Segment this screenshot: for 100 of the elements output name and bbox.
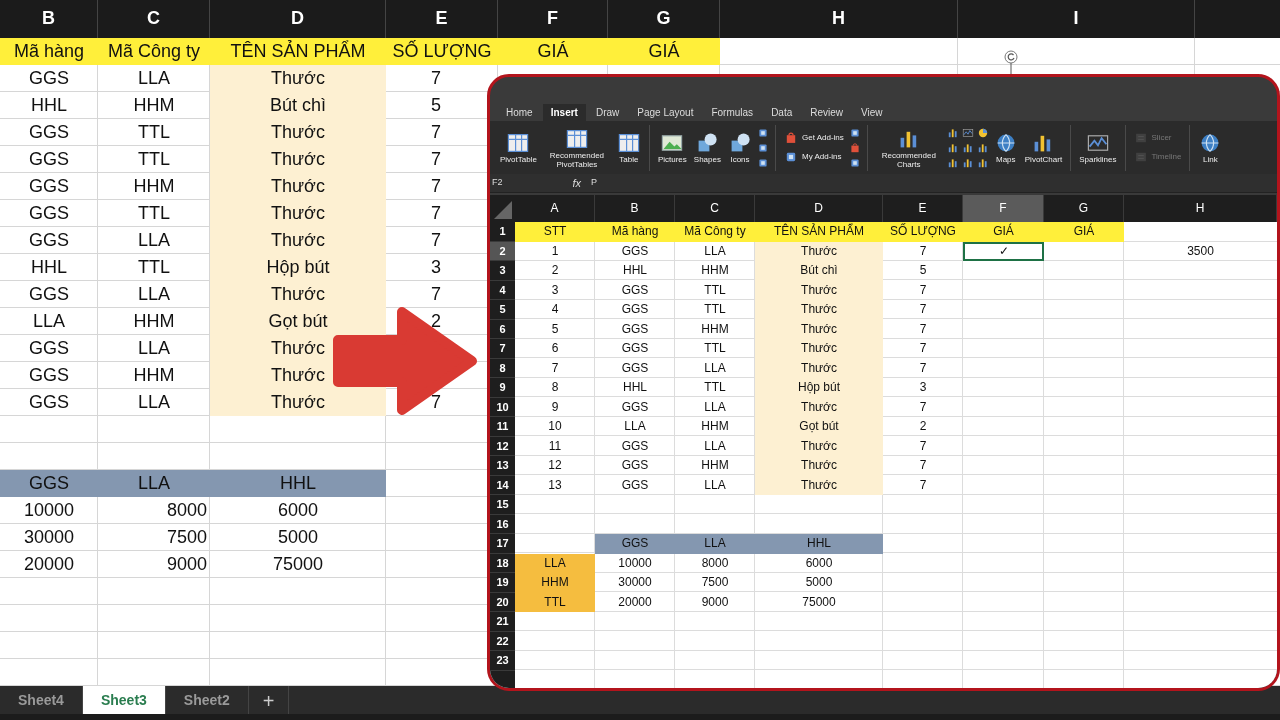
table-cell-text: GGS [28,364,70,387]
ribbon-button[interactable]: Icons [725,131,754,164]
table-cell-text: 30000 [22,526,76,549]
box-icon[interactable] [756,156,769,169]
table-cell: Bút chì [210,92,386,119]
function-label[interactable]: fx [572,174,582,192]
rotate-handle-icon[interactable] [1004,50,1018,76]
table-cell-text: TTL [703,281,727,299]
table-cell: LLA [515,553,595,573]
bar-chart-icon[interactable] [961,156,974,169]
table-cell: Thước [755,436,883,456]
ribbon-button[interactable]: Recommended Charts [873,126,944,169]
table-cell[interactable]: ✓ [963,241,1044,261]
table-cell-text: 75000 [271,553,325,576]
table-cell-text: LLA [703,437,727,455]
table-cell-text: 8000 [165,499,208,522]
ribbon-tab[interactable]: View [853,104,891,121]
table-cell-text: 2 [918,418,928,435]
table-cell-text: 2 [430,310,442,333]
table-cell-text: GGS [620,457,650,474]
bag-icon[interactable] [848,141,861,154]
filter-icon [1133,131,1148,145]
table-cell-text: GGS [28,283,70,306]
sheet-tab[interactable]: Sheet4 [0,686,83,714]
table-cell-text: LLA [137,229,171,252]
column-header[interactable]: F [963,195,1044,222]
table-cell-text: 5000 [804,574,834,591]
table-cell-text: GGS [620,437,650,455]
table-cell-text: GGS [620,476,650,494]
sheet-tab[interactable]: Sheet2 [165,686,249,714]
bar-chart-icon[interactable] [961,141,974,154]
table-cell: Thước [755,358,883,378]
ribbon-button[interactable]: Link [1196,131,1225,164]
box-icon[interactable] [848,126,861,139]
ribbon-button[interactable]: My Add-ins [781,149,846,165]
table-cell-text: 9000 [165,553,208,576]
ribbon-tab[interactable]: Review [802,104,852,121]
table-cell-text: HHM [700,457,730,474]
select-all-button[interactable] [494,201,512,219]
table-cell-text: 10000 [22,499,76,522]
table-cell-text: TTL [137,148,171,171]
cell-reference[interactable]: F2 [492,176,503,190]
ribbon-button[interactable]: Pictures [655,131,689,164]
table-cell-text: HHL [622,262,648,279]
table-cell-text: 10 [547,418,563,435]
ribbon-button[interactable]: Sparklines [1077,131,1119,164]
ribbon-tab[interactable]: Draw [587,104,628,121]
table-cell-text: 11 [547,437,563,455]
ribbon-button[interactable]: Get Add-ins [781,130,846,146]
pie-chart-icon[interactable] [976,126,989,139]
table-cell-text: 5 [430,94,442,117]
table-cell: Thước [755,339,883,359]
table-cell: Thước [755,319,883,339]
header-cell: Mã hàng [0,38,98,65]
table-cell-text: 7 [918,398,928,416]
bar-chart-icon[interactable] [976,141,989,154]
table-cell-text: LLA [703,242,727,260]
ribbon-tab[interactable]: Home [498,104,541,121]
ribbon-tab[interactable]: Insert [542,104,586,121]
ribbon-button[interactable]: Shapes [691,131,723,164]
grid-icon [506,131,531,155]
table-cell-text: 5 [550,320,560,338]
table-cell-text: 7 [918,320,928,338]
table-cell: Thước [755,300,883,320]
table-cell-text: GGS [620,320,650,338]
box-icon[interactable] [756,141,769,154]
table-cell-text: 4 [550,301,560,318]
table-cell-text: 7 [430,229,442,252]
sheet-tab[interactable]: Sheet3 [82,686,166,714]
header-cell: TÊN SẢN PHẨM [210,38,386,65]
bar-chart-icon[interactable] [946,156,959,169]
table-cell-text: HHM [700,320,730,338]
line-chart-icon[interactable] [961,126,974,139]
ribbon-tab[interactable]: Data [763,104,801,121]
table-cell: Thước [755,397,883,417]
ribbon-button[interactable]: Maps [991,131,1020,164]
table-cell: Thước [210,200,386,227]
ribbon-button[interactable]: PivotTable [498,131,539,164]
table-cell: Gọt bút [755,417,883,437]
bar-chart-icon[interactable] [946,141,959,154]
ribbon-button[interactable]: Table [614,131,643,164]
ribbon-tab[interactable]: Page Layout [629,104,702,121]
ribbon-tab[interactable]: Formulas [703,104,762,121]
bar-chart-icon[interactable] [976,156,989,169]
add-sheet-button[interactable]: + [248,686,290,714]
table-cell-text: HHM [700,262,730,279]
bar-chart-icon[interactable] [946,126,959,139]
box-icon[interactable] [848,156,861,169]
ribbon-button[interactable]: PivotChart [1022,131,1065,164]
table-cell-text: GGS [28,391,70,414]
header-cell: STT [515,222,595,242]
header-cell: Mã Công ty [675,222,755,242]
table-cell-text: GGS [28,202,70,225]
table-cell-text: LLA [703,398,727,416]
table-cell-text: 7 [918,476,928,494]
ribbon-button[interactable]: Recommended PivotTables [541,126,612,169]
table-cell: Thước [755,241,883,261]
formula-value[interactable]: P [591,176,598,190]
table-cell: TTL [515,592,595,612]
box-icon[interactable] [756,126,769,139]
